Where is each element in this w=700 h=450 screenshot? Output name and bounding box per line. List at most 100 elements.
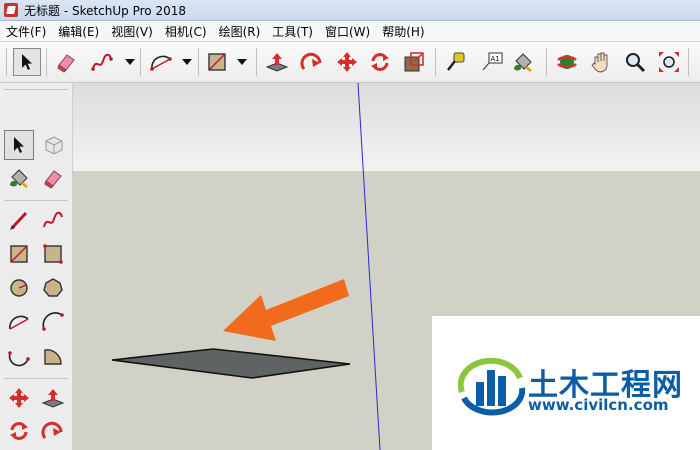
paint-bucket-icon — [10, 169, 28, 189]
rectangle-face[interactable] — [111, 348, 351, 379]
sketchup-app-icon — [4, 3, 18, 17]
menu-camera[interactable]: 相机(C) — [159, 23, 213, 40]
arc-tool-button[interactable] — [147, 48, 175, 76]
orbit-tool-button[interactable] — [553, 48, 581, 76]
rotate-button-left[interactable] — [4, 416, 34, 446]
scale-icon — [404, 52, 424, 72]
chevron-down-icon — [237, 59, 247, 65]
rotated-rectangle-icon — [43, 244, 63, 264]
arc-button-left[interactable] — [4, 307, 34, 337]
three-point-arc-button[interactable] — [4, 341, 34, 371]
text-tool-button[interactable]: A1 — [478, 48, 506, 76]
freehand-icon — [43, 211, 63, 228]
polygon-tool-button[interactable] — [38, 273, 68, 303]
toolbar-separator — [546, 48, 547, 76]
two-point-arc-button[interactable] — [38, 307, 68, 337]
chevron-down-icon — [125, 59, 135, 65]
arc-icon — [9, 315, 29, 330]
push-pull-tool-button[interactable] — [263, 48, 291, 76]
rectangle-icon — [10, 245, 28, 263]
move-icon — [337, 52, 357, 72]
push-pull-icon — [265, 53, 289, 72]
push-pull-icon — [41, 389, 65, 408]
zoom-extents-icon — [659, 52, 679, 72]
toolbar-grip — [6, 48, 7, 76]
watermark-url: www.civilcn.com — [528, 396, 669, 414]
follow-me-icon — [300, 52, 322, 70]
menu-window[interactable]: 窗口(W) — [319, 23, 376, 40]
menu-file[interactable]: 文件(F) — [0, 23, 52, 40]
large-tool-set — [0, 83, 73, 450]
toolbar-grip — [4, 89, 68, 90]
pan-tool-button[interactable] — [587, 48, 615, 76]
rotate-tool-button[interactable] — [366, 48, 394, 76]
rectangle-tool-button[interactable] — [203, 48, 231, 76]
push-pull-button-left[interactable] — [38, 383, 68, 413]
rectangle-button-left[interactable] — [4, 239, 34, 269]
component-icon — [45, 136, 63, 155]
eraser-icon — [57, 54, 75, 73]
move-tool-button[interactable] — [333, 48, 361, 76]
zoom-extents-tool-button[interactable] — [655, 48, 683, 76]
window-title: 无标题 - SketchUp Pro 2018 — [24, 3, 186, 18]
follow-me-icon — [41, 421, 63, 439]
polygon-icon — [43, 278, 63, 297]
three-point-arc-icon — [8, 351, 30, 367]
tape-measure-tool-button[interactable] — [442, 48, 470, 76]
pie-icon — [44, 349, 62, 365]
rotate-icon — [371, 53, 389, 71]
move-button-left[interactable] — [4, 383, 34, 413]
rotated-rectangle-button[interactable] — [38, 239, 68, 269]
arc-dropdown[interactable] — [181, 48, 193, 76]
toolbar-separator — [46, 48, 47, 76]
select-tool-button-left[interactable] — [4, 130, 34, 160]
arrow-cursor-icon — [14, 137, 24, 153]
move-icon — [9, 388, 29, 408]
toolbar-separator — [256, 48, 257, 76]
circle-tool-button[interactable] — [4, 273, 34, 303]
rectangle-icon — [208, 53, 226, 71]
blue-axis — [357, 83, 381, 450]
pie-tool-button[interactable] — [38, 341, 68, 371]
magnifier-icon — [626, 53, 646, 73]
follow-me-tool-button[interactable] — [298, 48, 326, 76]
eraser-icon — [44, 170, 62, 189]
scale-tool-button[interactable] — [400, 48, 428, 76]
menu-edit[interactable]: 编辑(E) — [52, 23, 105, 40]
freehand-tool-button[interactable] — [88, 48, 116, 76]
eraser-tool-button[interactable] — [52, 48, 80, 76]
hand-icon — [591, 52, 608, 73]
toolbar-separator — [4, 200, 68, 201]
freehand-icon — [91, 53, 113, 71]
freehand-button-left[interactable] — [38, 205, 68, 235]
title-bar: 无标题 - SketchUp Pro 2018 — [0, 0, 700, 21]
menu-tools[interactable]: 工具(T) — [266, 23, 319, 40]
chevron-down-icon — [182, 59, 192, 65]
toolbar-separator — [688, 48, 689, 76]
circle-icon — [10, 279, 28, 297]
menu-draw[interactable]: 绘图(R) — [213, 23, 267, 40]
follow-me-button-left[interactable] — [38, 416, 68, 446]
orbit-icon — [557, 55, 577, 69]
tape-measure-icon — [447, 52, 465, 71]
two-point-arc-icon — [42, 312, 64, 331]
menu-view[interactable]: 视图(V) — [105, 23, 159, 40]
eraser-button-left[interactable] — [38, 163, 68, 193]
text-tool-label: A1 — [491, 55, 500, 63]
paint-bucket-button-left[interactable] — [4, 163, 34, 193]
make-component-button[interactable] — [38, 130, 68, 160]
toolbar-separator — [435, 48, 436, 76]
civilcn-watermark: 土木工程网 www.civilcn.com — [432, 316, 700, 450]
toolbar-separator — [4, 378, 68, 379]
toolbar-separator — [140, 48, 141, 76]
freehand-dropdown[interactable] — [124, 48, 136, 76]
line-tool-button[interactable] — [4, 205, 34, 235]
select-tool-button[interactable] — [13, 48, 41, 76]
paint-bucket-icon — [514, 53, 532, 73]
pencil-icon — [10, 211, 28, 230]
menu-help[interactable]: 帮助(H) — [376, 23, 430, 40]
paint-bucket-tool-button[interactable] — [509, 48, 537, 76]
main-toolbar: A1 — [0, 42, 700, 83]
rectangle-dropdown[interactable] — [236, 48, 248, 76]
zoom-tool-button[interactable] — [621, 48, 649, 76]
